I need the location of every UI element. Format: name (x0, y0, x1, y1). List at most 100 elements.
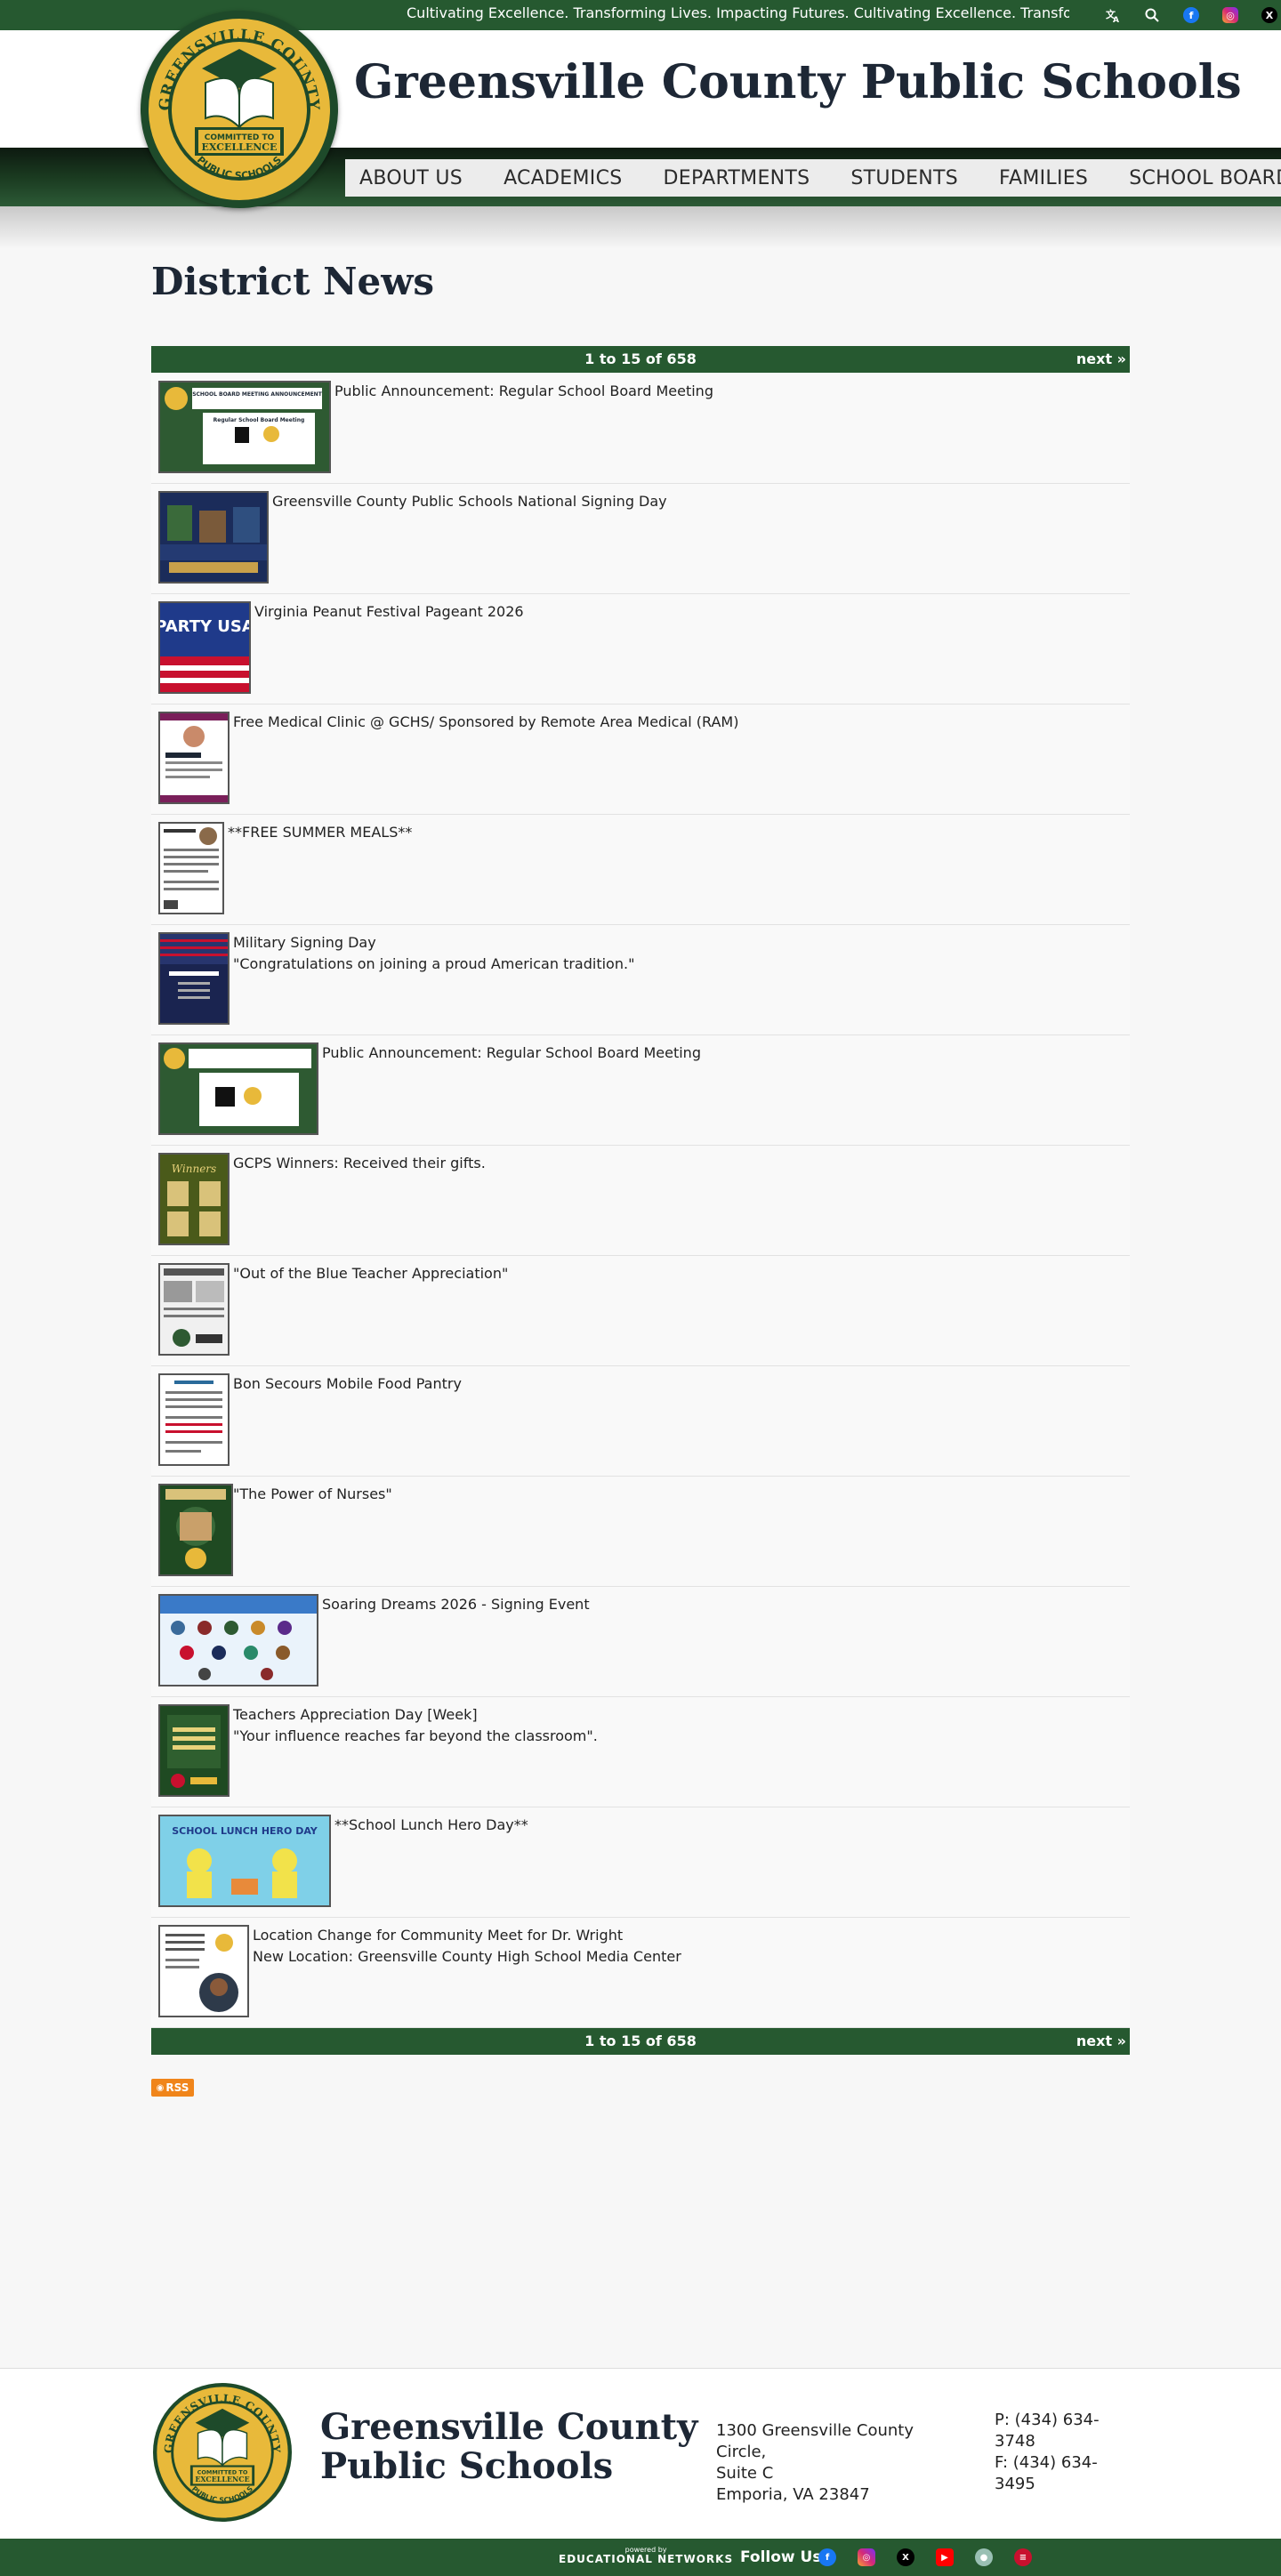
utility-icons: 文A f ◎ X (1101, 4, 1281, 27)
next-page-link[interactable]: next » (1076, 350, 1126, 367)
powered-by-brand: EDUCATIONAL NETWORKS (559, 2553, 734, 2565)
news-item-title[interactable]: Virginia Peanut Festival Pageant 2026 (254, 603, 524, 620)
translate-icon[interactable]: 文A (1101, 4, 1124, 27)
news-item-title[interactable]: Military Signing Day (233, 934, 376, 951)
x-icon[interactable]: X (1258, 4, 1281, 27)
news-item[interactable]: **FREE SUMMER MEALS** (151, 815, 1130, 925)
nav-item-departments[interactable]: DEPARTMENTS (649, 167, 837, 189)
news-item-title[interactable]: Public Announcement: Regular School Boar… (334, 382, 713, 399)
news-thumbnail[interactable] (158, 1263, 230, 1356)
instagram-icon[interactable]: ◎ (1219, 4, 1242, 27)
news-thumbnail[interactable]: SCHOOL LUNCH HERO DAY (158, 1815, 331, 1907)
footer-address: 1300 Greensville County Circle, Suite C … (716, 2420, 956, 2506)
news-thumbnail[interactable] (158, 712, 230, 804)
news-thumbnail[interactable] (158, 1704, 230, 1797)
tagline-ticker: Cultivating Excellence. Transforming Liv… (407, 4, 1069, 21)
news-thumbnail[interactable] (158, 491, 269, 584)
news-thumbnail[interactable]: PARTY USA (158, 601, 251, 694)
thumb-board-header: SCHOOL BOARD MEETING ANNOUNCEMENT (192, 391, 323, 398)
next-page-link[interactable]: next » (1076, 2033, 1126, 2049)
nav-item-school-board[interactable]: SCHOOL BOARD (1115, 167, 1281, 189)
instagram-icon[interactable]: ◎ (858, 2548, 875, 2566)
footer-title-line-2: Public Schools (320, 2445, 614, 2487)
youtube-icon[interactable]: ▶ (936, 2548, 954, 2566)
header-fade (0, 206, 1281, 249)
facebook-icon[interactable]: f (818, 2548, 836, 2566)
news-thumbnail[interactable] (158, 822, 224, 914)
address-line-1: 1300 Greensville County Circle, (716, 2421, 914, 2461)
news-item[interactable]: SCHOOL BOARD MEETING ANNOUNCEMENT Regula… (151, 374, 1130, 484)
news-item[interactable]: SCHOOL LUNCH HERO DAY **School Lunch Her… (151, 1807, 1130, 1918)
svg-text:A: A (1113, 16, 1119, 23)
footer-title: Greensville County Public Schools (320, 2408, 697, 2486)
page-title: District News (151, 260, 435, 303)
news-item-title[interactable]: Greensville County Public Schools Nation… (272, 493, 667, 510)
nav-item-students[interactable]: STUDENTS (836, 167, 985, 189)
powered-by-logo[interactable]: powered by EDUCATIONAL NETWORKS (559, 2546, 733, 2564)
main-nav: ABOUT US ACADEMICS DEPARTMENTS STUDENTS … (345, 159, 1281, 197)
news-thumbnail[interactable]: Winners (158, 1153, 230, 1245)
thumb-party-text: PARTY USA (160, 617, 249, 636)
rss-feed-button[interactable]: ◉ RSS (151, 2079, 194, 2097)
news-item-summary: "Your influence reaches far beyond the c… (233, 1727, 598, 1744)
news-item-title[interactable]: **School Lunch Hero Day** (334, 1816, 528, 1833)
news-item-title[interactable]: GCPS Winners: Received their gifts. (233, 1155, 486, 1171)
news-item-title[interactable]: Public Announcement: Regular School Boar… (322, 1044, 701, 1061)
news-thumbnail[interactable] (158, 932, 230, 1025)
news-item[interactable]: "Out of the Blue Teacher Appreciation" (151, 1256, 1130, 1366)
news-item-title[interactable]: "The Power of Nurses" (233, 1485, 392, 1502)
news-item[interactable]: Bon Secours Mobile Food Pantry (151, 1366, 1130, 1477)
news-item[interactable]: Free Medical Clinic @ GCHS/ Sponsored by… (151, 704, 1130, 815)
news-item-title[interactable]: Teachers Appreciation Day [Week] (233, 1706, 478, 1723)
news-item[interactable]: Greensville County Public Schools Nation… (151, 484, 1130, 594)
district-seal-logo[interactable]: GREENSVILLE COUNTY PUBLIC SCHOOLS COMMIT… (141, 11, 338, 208)
pager-bottom: 1 to 15 of 658 next » (151, 2028, 1130, 2055)
news-item[interactable]: Public Announcement: Regular School Boar… (151, 1035, 1130, 1146)
bottom-bar: powered by EDUCATIONAL NETWORKS Follow U… (0, 2539, 1281, 2576)
news-item[interactable]: Military Signing Day "Congratulations on… (151, 925, 1130, 1035)
pager-top: 1 to 15 of 658 next » (151, 346, 1130, 373)
address-line-2: Suite C (716, 2464, 774, 2483)
news-item-title[interactable]: Soaring Dreams 2026 - Signing Event (322, 1596, 590, 1613)
news-item-title[interactable]: Free Medical Clinic @ GCHS/ Sponsored by… (233, 713, 738, 730)
news-list: SCHOOL BOARD MEETING ANNOUNCEMENT Regula… (151, 374, 1130, 2028)
nav-item-academics[interactable]: ACADEMICS (489, 167, 649, 189)
thumb-lunch-hero-text: SCHOOL LUNCH HERO DAY (172, 1825, 318, 1837)
news-item[interactable]: Teachers Appreciation Day [Week] "Your i… (151, 1697, 1130, 1807)
nav-item-families[interactable]: FAMILIES (985, 167, 1115, 189)
news-thumbnail[interactable] (158, 1042, 318, 1135)
news-item[interactable]: "The Power of Nurses" (151, 1477, 1130, 1587)
thumb-board-body: Regular School Board Meeting (214, 417, 305, 423)
facebook-icon[interactable]: f (1180, 4, 1203, 27)
site-title[interactable]: Greensville County Public Schools (354, 55, 1242, 109)
footer-title-line-1: Greensville County (320, 2406, 698, 2448)
footer-contact: P: (434) 634-3748 F: (434) 634-3495 (995, 2410, 1119, 2495)
rss-label: RSS (165, 2081, 189, 2094)
news-item[interactable]: Location Change for Community Meet for D… (151, 1918, 1130, 2028)
footer-seal-logo[interactable]: GREENSVILLE COUNTY PUBLIC SCHOOLS COMMIT… (153, 2383, 292, 2522)
flag-icon[interactable]: ≡ (1014, 2548, 1032, 2566)
x-icon[interactable]: X (897, 2548, 914, 2566)
address-line-3: Emporia, VA 23847 (716, 2485, 870, 2504)
news-item[interactable]: Winners GCPS Winners: Received their gif… (151, 1146, 1130, 1256)
news-item-title[interactable]: **FREE SUMMER MEALS** (228, 824, 412, 841)
news-item-title[interactable]: Location Change for Community Meet for D… (253, 1927, 623, 1944)
phone-number[interactable]: P: (434) 634-3748 (995, 2410, 1119, 2452)
search-icon[interactable] (1140, 4, 1164, 27)
news-thumbnail[interactable] (158, 1484, 233, 1576)
news-item-title[interactable]: "Out of the Blue Teacher Appreciation" (233, 1265, 508, 1282)
news-thumbnail[interactable] (158, 1373, 230, 1466)
news-thumbnail[interactable] (158, 1594, 318, 1686)
news-item[interactable]: PARTY USA Virginia Peanut Festival Pagea… (151, 594, 1130, 704)
news-item-summary: "Congratulations on joining a proud Amer… (233, 955, 635, 972)
seal-banner-2: EXCELLENCE (202, 141, 278, 153)
site-footer: GREENSVILLE COUNTY PUBLIC SCHOOLS COMMIT… (0, 2368, 1281, 2539)
news-thumbnail[interactable] (158, 1925, 249, 2017)
pager-count: 1 to 15 of 658 (584, 2033, 697, 2049)
news-item-summary: New Location: Greensville County High Sc… (253, 1948, 681, 1965)
news-thumbnail[interactable]: SCHOOL BOARD MEETING ANNOUNCEMENT Regula… (158, 381, 331, 473)
peachjar-icon[interactable]: ● (975, 2548, 993, 2566)
news-item-title[interactable]: Bon Secours Mobile Food Pantry (233, 1375, 462, 1392)
news-item[interactable]: Soaring Dreams 2026 - Signing Event (151, 1587, 1130, 1697)
nav-item-about-us[interactable]: ABOUT US (345, 167, 489, 189)
